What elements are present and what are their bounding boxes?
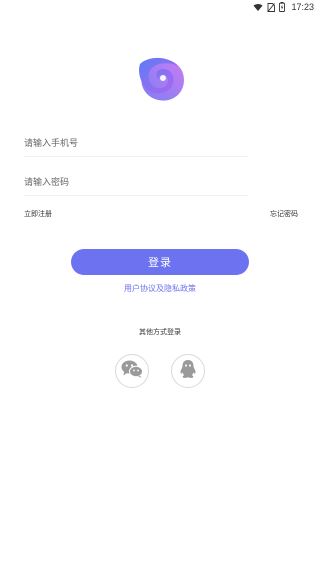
wechat-icon: [121, 360, 143, 382]
other-login-title: 其他方式登录: [139, 328, 181, 336]
auth-links: 立即注册 忘记密码: [24, 209, 298, 219]
register-link[interactable]: 立即注册: [24, 209, 52, 219]
battery-icon: [279, 2, 286, 12]
status-time: 17:23: [291, 2, 314, 12]
phone-field[interactable]: [24, 131, 248, 157]
privacy-policy-link[interactable]: 隐私政策: [164, 284, 196, 293]
phone-input[interactable]: [24, 131, 248, 157]
password-field[interactable]: [24, 170, 248, 196]
agreement-text: 用户协议及隐私政策: [0, 283, 320, 294]
user-agreement-link[interactable]: 用户协议: [124, 284, 156, 293]
status-bar: 17:23: [0, 0, 320, 14]
qq-login-button[interactable]: [171, 354, 205, 388]
login-button[interactable]: 登录: [71, 249, 249, 275]
agreement-conjunction: 及: [156, 284, 164, 293]
app-logo: [134, 56, 188, 104]
wechat-login-button[interactable]: [115, 354, 149, 388]
password-input[interactable]: [24, 170, 248, 196]
qq-icon: [179, 359, 197, 383]
no-sim-icon: [267, 2, 276, 12]
forgot-password-link[interactable]: 忘记密码: [270, 209, 298, 219]
wifi-icon: [253, 3, 263, 12]
